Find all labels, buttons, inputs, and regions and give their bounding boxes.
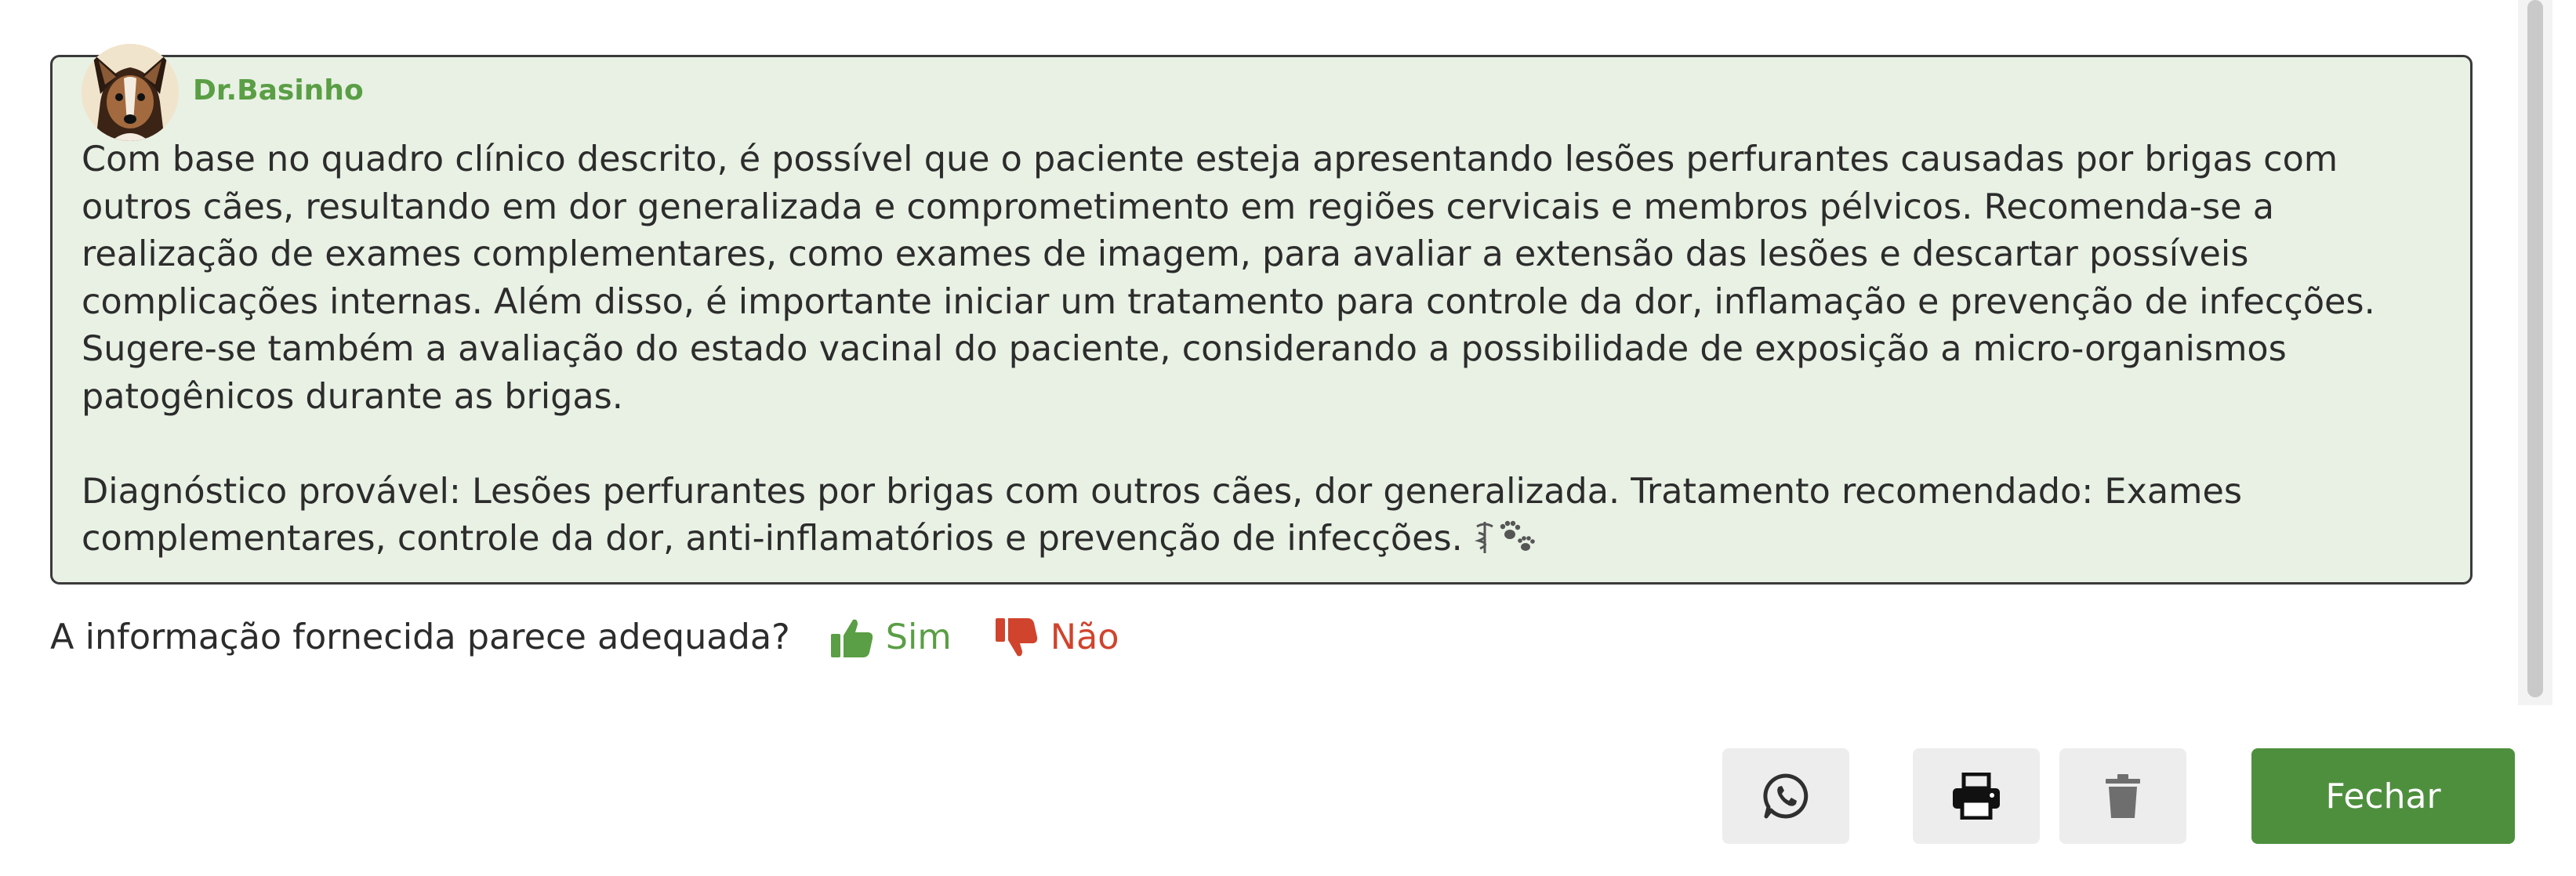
feedback-yes-button[interactable]: Sim xyxy=(829,614,952,661)
whatsapp-share-button[interactable] xyxy=(1722,748,1849,844)
dog-avatar-icon xyxy=(82,44,179,141)
paw-prints-icon xyxy=(1500,520,1535,552)
feedback-no-label: Não xyxy=(1050,617,1119,657)
feedback-yes-label: Sim xyxy=(885,617,952,657)
medical-caduceus-icon xyxy=(1474,522,1493,554)
message-paragraph: Com base no quadro clínico descrito, é p… xyxy=(82,139,2375,417)
thumbs-down-icon xyxy=(995,618,1037,657)
scrollbar-thumb[interactable] xyxy=(2527,0,2543,697)
bot-name: Dr.Basinho xyxy=(193,74,364,107)
whatsapp-icon xyxy=(1763,773,1809,819)
thumbs-up-icon xyxy=(830,619,873,657)
feedback-row: A informação fornecida parece adequada? … xyxy=(50,611,1161,664)
delete-button[interactable] xyxy=(2059,748,2186,844)
message-paragraph-diagnosis: Diagnóstico provável: Lesões perfurantes… xyxy=(82,469,2457,568)
trash-icon xyxy=(2106,774,2140,818)
feedback-no-button[interactable]: Não xyxy=(994,614,1119,661)
feedback-question: A informação fornecida parece adequada? xyxy=(50,617,790,657)
diagnosis-text: Diagnóstico provável: Lesões perfurantes… xyxy=(82,471,2243,559)
print-button[interactable] xyxy=(1913,748,2040,844)
close-button[interactable]: Fechar xyxy=(2251,748,2515,844)
assistant-message-text: Com base no quadro clínico descrito, é p… xyxy=(82,136,2457,568)
printer-icon xyxy=(1953,773,2000,820)
